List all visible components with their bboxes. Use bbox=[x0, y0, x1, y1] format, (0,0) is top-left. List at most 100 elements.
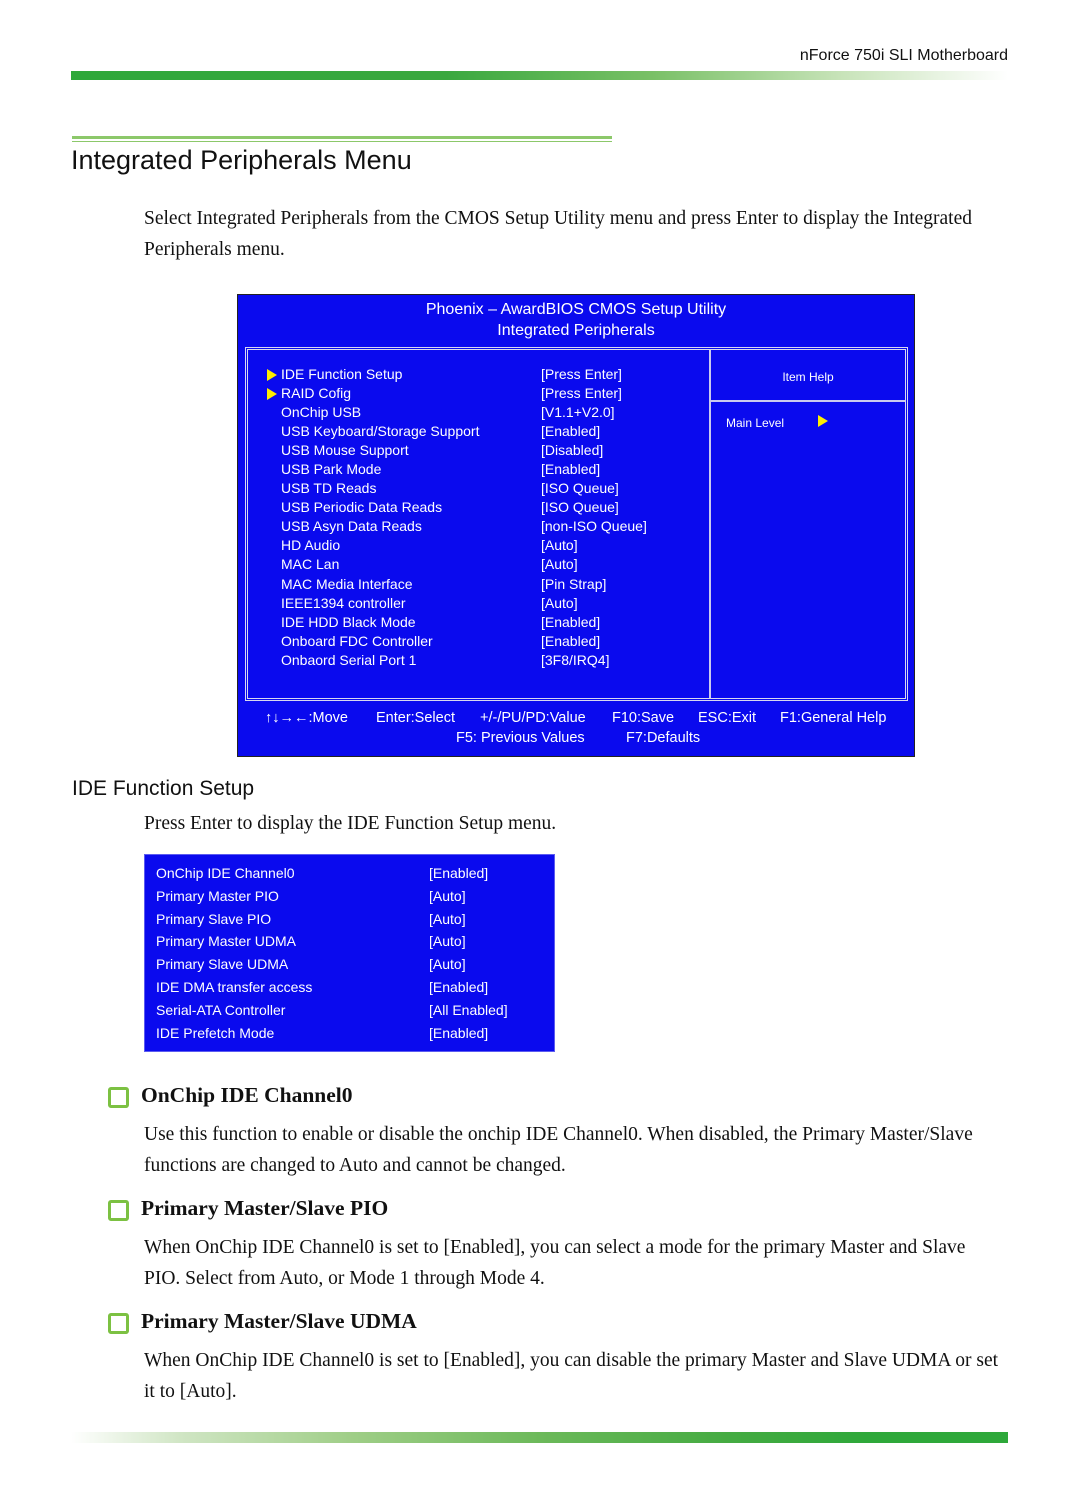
bios-menu-item[interactable]: USB Periodic Data Reads [ISO Queue] bbox=[248, 498, 709, 517]
ide-function-setup-screen: OnChip IDE Channel0 [Enabled] Primary Mast… bbox=[144, 854, 555, 1052]
ide-menu-item[interactable]: Primary Master UDMA [Auto] bbox=[145, 930, 554, 953]
bios-item-value[interactable]: [3F8/IRQ4] bbox=[541, 651, 609, 670]
bios-menu-item[interactable]: HD Audio [Auto] bbox=[248, 536, 709, 555]
ide-item-label: Serial-ATA Controller bbox=[156, 1001, 286, 1018]
footer-gradient-bar bbox=[71, 1432, 1008, 1443]
ide-item-label: Primary Slave UDMA bbox=[156, 956, 289, 973]
bios-column-divider bbox=[709, 350, 711, 698]
ide-menu-item[interactable]: IDE DMA transfer access [Enabled] bbox=[145, 976, 554, 999]
bios-menu-item[interactable]: USB Park Mode [Enabled] bbox=[248, 460, 709, 479]
bios-item-label: Onbaord Serial Port 1 bbox=[281, 651, 417, 668]
bios-screen: Phoenix – AwardBIOS CMOS Setup Utility I… bbox=[237, 294, 915, 757]
bios-item-value[interactable]: [ISO Queue] bbox=[541, 498, 619, 517]
ide-menu-item[interactable]: IDE Prefetch Mode [Enabled] bbox=[145, 1022, 554, 1045]
ide-section-intro: Press Enter to display the IDE Function … bbox=[144, 813, 557, 834]
bios-menu-item[interactable]: USB Mouse Support [Disabled] bbox=[248, 441, 709, 460]
bios-item-label: USB Park Mode bbox=[281, 461, 382, 478]
bios-item-value[interactable]: [Disabled] bbox=[541, 441, 603, 460]
ide-item-label: IDE Prefetch Mode bbox=[156, 1024, 275, 1041]
footer-help-hint: F1:General Help bbox=[780, 710, 887, 726]
bios-menu-item[interactable]: IDE Function Setup [Press Enter] bbox=[248, 365, 709, 384]
bios-menu-item[interactable]: IDE HDD Black Mode [Enabled] bbox=[248, 613, 709, 632]
footer-exit-hint: ESC:Exit bbox=[698, 710, 757, 726]
ide-menu-item[interactable]: Primary Slave UDMA [Auto] bbox=[145, 953, 554, 976]
ide-item-value[interactable]: [Enabled] bbox=[429, 1022, 488, 1044]
bios-menu-item[interactable]: IEEE1394 controller [Auto] bbox=[248, 594, 709, 613]
bios-menu-item[interactable]: USB Keyboard/Storage Support [Enabled] bbox=[248, 422, 709, 441]
bios-item-label: USB Asyn Data Reads bbox=[281, 518, 422, 535]
ide-menu-item[interactable]: Primary Slave PIO [Auto] bbox=[145, 908, 554, 931]
bios-item-label: MAC Media Interface bbox=[281, 575, 413, 592]
bios-menu-item[interactable]: Onbaord Serial Port 1 [3F8/IRQ4] bbox=[248, 651, 709, 670]
ide-item-label: IDE DMA transfer access bbox=[156, 979, 313, 995]
option-description: When OnChip IDE Channel0 is set to [Enab… bbox=[144, 1350, 999, 1402]
bios-item-label: Onboard FDC Controller bbox=[281, 632, 433, 649]
ide-item-value[interactable]: [All Enabled] bbox=[429, 999, 508, 1021]
ide-menu-item[interactable]: OnChip IDE Channel0 [Enabled] bbox=[145, 862, 554, 885]
bios-item-value[interactable]: [V1.1+V2.0] bbox=[541, 403, 615, 422]
bios-item-label: OnChip USB bbox=[281, 404, 362, 421]
ide-item-label: Primary Master UDMA bbox=[156, 933, 297, 950]
bios-item-label: IDE HDD Black Mode bbox=[281, 613, 416, 630]
bios-menu-item[interactable]: Onboard FDC Controller [Enabled] bbox=[248, 632, 709, 651]
ide-item-label: OnChip IDE Channel0 bbox=[156, 865, 295, 881]
option-title: Primary Master/Slave PIO bbox=[141, 1196, 389, 1220]
bios-item-value[interactable]: [Enabled] bbox=[541, 613, 600, 632]
option-description: Use this function to enable or disable t… bbox=[144, 1124, 973, 1176]
bios-menu-item[interactable]: MAC Media Interface [Pin Strap] bbox=[248, 575, 709, 594]
intro-paragraph: Select Integrated Peripherals from the C… bbox=[144, 208, 973, 260]
bios-subtitle: Integrated Peripherals bbox=[497, 322, 655, 339]
bios-menu-item[interactable]: MAC Lan [Auto] bbox=[248, 555, 709, 574]
bios-item-value[interactable]: [Enabled] bbox=[541, 422, 600, 441]
bios-item-label: USB Mouse Support bbox=[281, 442, 409, 459]
ide-section-heading: IDE Function Setup bbox=[72, 777, 255, 800]
ide-item-label: Primary Master PIO bbox=[156, 887, 279, 904]
bios-item-value[interactable]: [Auto] bbox=[541, 594, 578, 613]
main-level-arrow-icon bbox=[818, 415, 828, 427]
bios-menu-item[interactable]: RAID Cofig [Press Enter] bbox=[248, 384, 709, 403]
option-onchip-ide-channel0: OnChip IDE Channel0 Use this function to… bbox=[108, 1083, 1008, 1181]
help-divider bbox=[711, 400, 905, 402]
bios-item-value[interactable]: [Enabled] bbox=[541, 460, 600, 479]
bios-title: Phoenix – AwardBIOS CMOS Setup Utility bbox=[425, 301, 727, 318]
bios-frame: IDE Function Setup [Press Enter] RAID Cofi… bbox=[245, 347, 908, 701]
footer-move-hint: ↑↓→←:Move bbox=[265, 710, 348, 726]
ide-item-value[interactable]: [Enabled] bbox=[429, 862, 488, 884]
bios-item-value[interactable]: [non-ISO Queue] bbox=[541, 517, 647, 536]
submenu-arrow-icon bbox=[267, 388, 277, 401]
header-gradient-bar bbox=[71, 71, 1008, 80]
bios-item-label: MAC Lan bbox=[281, 556, 340, 573]
title-rule bbox=[72, 136, 612, 142]
bios-menu-list: IDE Function Setup [Press Enter] RAID Cofi… bbox=[248, 365, 709, 670]
footer-previous-values-hint: F5: Previous Values bbox=[456, 730, 585, 746]
page-title: Integrated Peripherals Menu bbox=[71, 145, 412, 175]
ide-item-value[interactable]: [Auto] bbox=[429, 953, 466, 975]
bios-item-label: USB TD Reads bbox=[281, 480, 377, 497]
option-title: OnChip IDE Channel0 bbox=[141, 1083, 353, 1107]
bios-item-value[interactable]: [Auto] bbox=[541, 536, 578, 555]
bios-menu-item[interactable]: OnChip USB [V1.1+V2.0] bbox=[248, 403, 709, 422]
option-primary-master-slave-pio: Primary Master/Slave PIO When OnChip IDE… bbox=[108, 1196, 1008, 1294]
ide-menu-item[interactable]: Serial-ATA Controller [All Enabled] bbox=[145, 999, 554, 1022]
bios-item-label: USB Keyboard/Storage Support bbox=[281, 423, 480, 440]
ide-menu-item[interactable]: Primary Master PIO [Auto] bbox=[145, 885, 554, 908]
bios-item-value[interactable]: [ISO Queue] bbox=[541, 479, 619, 498]
bios-item-value[interactable]: [Auto] bbox=[541, 555, 578, 574]
submenu-arrow-icon bbox=[267, 369, 277, 381]
footer-save-hint: F10:Save bbox=[612, 710, 675, 726]
ide-item-value[interactable]: [Enabled] bbox=[429, 976, 488, 998]
footer-select-hint: Enter:Select bbox=[376, 710, 455, 726]
bios-menu-item[interactable]: USB TD Reads [ISO Queue] bbox=[248, 479, 709, 498]
bios-item-label: IDE Function Setup bbox=[281, 366, 403, 382]
ide-item-value[interactable]: [Auto] bbox=[429, 930, 466, 952]
checkbox-icon bbox=[108, 1087, 129, 1108]
bios-menu-item[interactable]: USB Asyn Data Reads [non-ISO Queue] bbox=[248, 517, 709, 536]
bios-item-value[interactable]: [Press Enter] bbox=[541, 365, 622, 384]
bios-item-value[interactable]: [Enabled] bbox=[541, 632, 600, 651]
option-title: Primary Master/Slave UDMA bbox=[141, 1309, 417, 1333]
ide-item-value[interactable]: [Auto] bbox=[429, 908, 466, 930]
bios-item-value[interactable]: [Pin Strap] bbox=[541, 575, 606, 594]
ide-item-value[interactable]: [Auto] bbox=[429, 885, 466, 907]
option-primary-master-slave-udma: Primary Master/Slave UDMA When OnChip ID… bbox=[108, 1309, 1008, 1407]
bios-item-value[interactable]: [Press Enter] bbox=[541, 384, 622, 403]
